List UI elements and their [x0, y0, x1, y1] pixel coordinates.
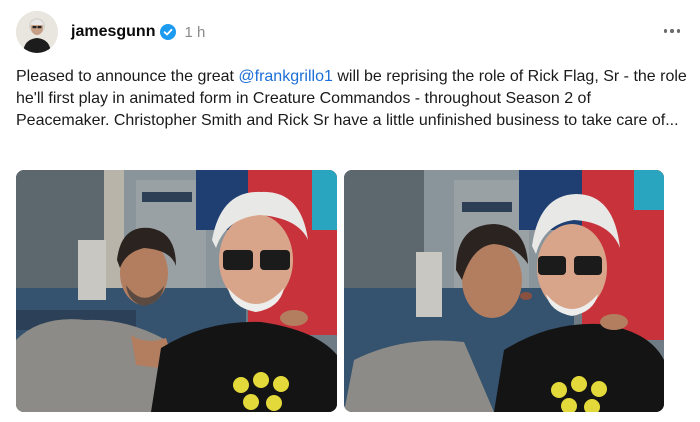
- verified-badge-icon: [160, 24, 177, 40]
- caption-text-start: Pleased to announce the great: [16, 68, 239, 85]
- selfie-photo: [16, 170, 337, 412]
- post-caption: Pleased to announce the great @frankgril…: [16, 66, 688, 132]
- post-photo-2[interactable]: [344, 170, 664, 412]
- avatar-photo: [16, 11, 58, 53]
- username[interactable]: jamesgunn: [71, 23, 155, 41]
- post-timestamp: 1 h: [184, 23, 206, 41]
- post-header: jamesgunn 1 h: [16, 11, 684, 53]
- more-options-icon[interactable]: [660, 19, 684, 43]
- avatar[interactable]: [16, 11, 58, 53]
- selfie-photo-kiss: [344, 170, 664, 412]
- thread-post: jamesgunn 1 h Pleased to announce the gr…: [0, 0, 700, 422]
- mention-link[interactable]: @frankgrillo1: [238, 68, 333, 85]
- post-photo-1[interactable]: [16, 170, 337, 412]
